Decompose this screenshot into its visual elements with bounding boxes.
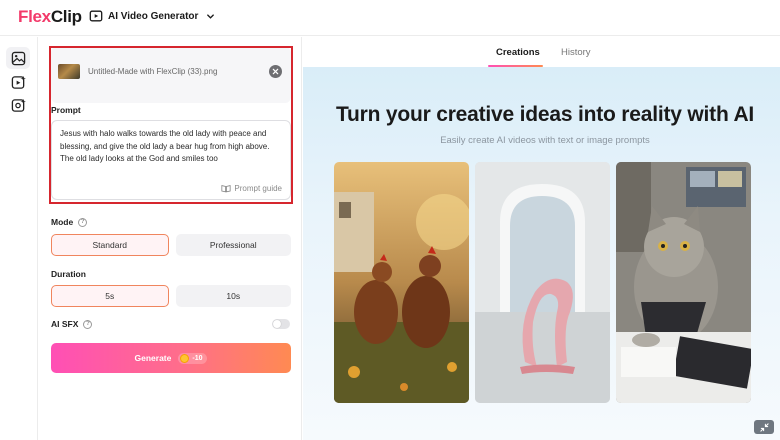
file-name: Untitled-Made with FlexClip (33).png (88, 67, 218, 76)
rail-image-to-video[interactable] (6, 47, 30, 69)
chair-image (475, 162, 610, 403)
rail-text-to-video[interactable] (6, 71, 30, 93)
credit-cost: -10 (192, 354, 203, 362)
top-bar: FlexClip AI Video Generator (0, 0, 780, 36)
generate-button[interactable]: Generate -10 (51, 343, 291, 373)
close-icon (272, 68, 279, 75)
ai-sfx-label-text: AI SFX (51, 319, 79, 329)
generate-label: Generate (134, 353, 172, 363)
prompt-text[interactable]: Jesus with halo walks towards the old la… (60, 128, 282, 166)
duration-10s-option[interactable]: 10s (175, 285, 291, 307)
logo-prefix: Flex (18, 7, 51, 26)
example-video-chair[interactable] (475, 162, 610, 403)
image-thumbnail (58, 64, 80, 79)
collapse-button[interactable] (754, 420, 774, 434)
tool-rail (0, 37, 38, 440)
mode-help-icon[interactable]: ? (78, 217, 88, 227)
coin-icon (180, 353, 190, 363)
video-tool-icon (89, 10, 103, 22)
creations-hero: Turn your creative ideas into reality wi… (303, 67, 780, 440)
ai-sfx-toggle[interactable] (272, 319, 290, 329)
prompt-label: Prompt (51, 105, 81, 115)
duration-label-text: Duration (51, 269, 86, 279)
ai-sfx-help-icon[interactable]: ? (83, 319, 93, 329)
tool-name: AI Video Generator (108, 10, 199, 22)
chevron-down-icon (207, 13, 215, 19)
ai-sfx-label: AI SFX ? (51, 319, 93, 329)
example-video-cat[interactable] (616, 162, 751, 403)
mode-professional-option[interactable]: Professional (175, 234, 291, 256)
hero-title: Turn your creative ideas into reality wi… (335, 103, 755, 126)
flexclip-logo[interactable]: FlexClip (18, 7, 82, 27)
duration-label: Duration (51, 269, 86, 279)
video-effects-icon (11, 98, 26, 112)
hero-subtitle: Easily create AI videos with text or ima… (440, 135, 650, 146)
image-to-video-icon (11, 51, 25, 65)
duration-selector: 5s 10s (51, 285, 291, 307)
tool-selector[interactable]: AI Video Generator (89, 9, 215, 23)
book-icon (221, 185, 231, 193)
content-tabs: Creations History (303, 37, 780, 67)
duration-5s-option[interactable]: 5s (51, 285, 169, 307)
uploaded-image[interactable]: Untitled-Made with FlexClip (33).png (51, 47, 291, 103)
tab-history[interactable]: History (561, 47, 591, 58)
prompt-guide-link[interactable]: Prompt guide (221, 184, 282, 193)
text-to-video-icon (11, 75, 26, 89)
mode-label-text: Mode (51, 217, 74, 227)
prompt-input[interactable]: Jesus with halo walks towards the old la… (51, 120, 291, 200)
prompt-guide-label: Prompt guide (234, 184, 282, 193)
prompt-label-text: Prompt (51, 105, 81, 115)
credit-badge: -10 (178, 352, 208, 364)
mode-standard-option[interactable]: Standard (51, 234, 169, 256)
example-video-chickens[interactable] (334, 162, 469, 403)
collapse-arrows-icon (759, 422, 769, 432)
toggle-knob (273, 320, 281, 328)
rail-video-effects[interactable] (6, 94, 30, 116)
logo-suffix: Clip (50, 7, 82, 26)
tab-creations[interactable]: Creations (496, 47, 540, 58)
generator-panel: Untitled-Made with FlexClip (33).png Pro… (39, 37, 302, 440)
remove-image-button[interactable] (269, 65, 282, 78)
cat-image (616, 162, 751, 403)
chickens-image (334, 162, 469, 403)
mode-selector: Standard Professional (51, 234, 291, 256)
mode-label: Mode ? (51, 217, 88, 227)
